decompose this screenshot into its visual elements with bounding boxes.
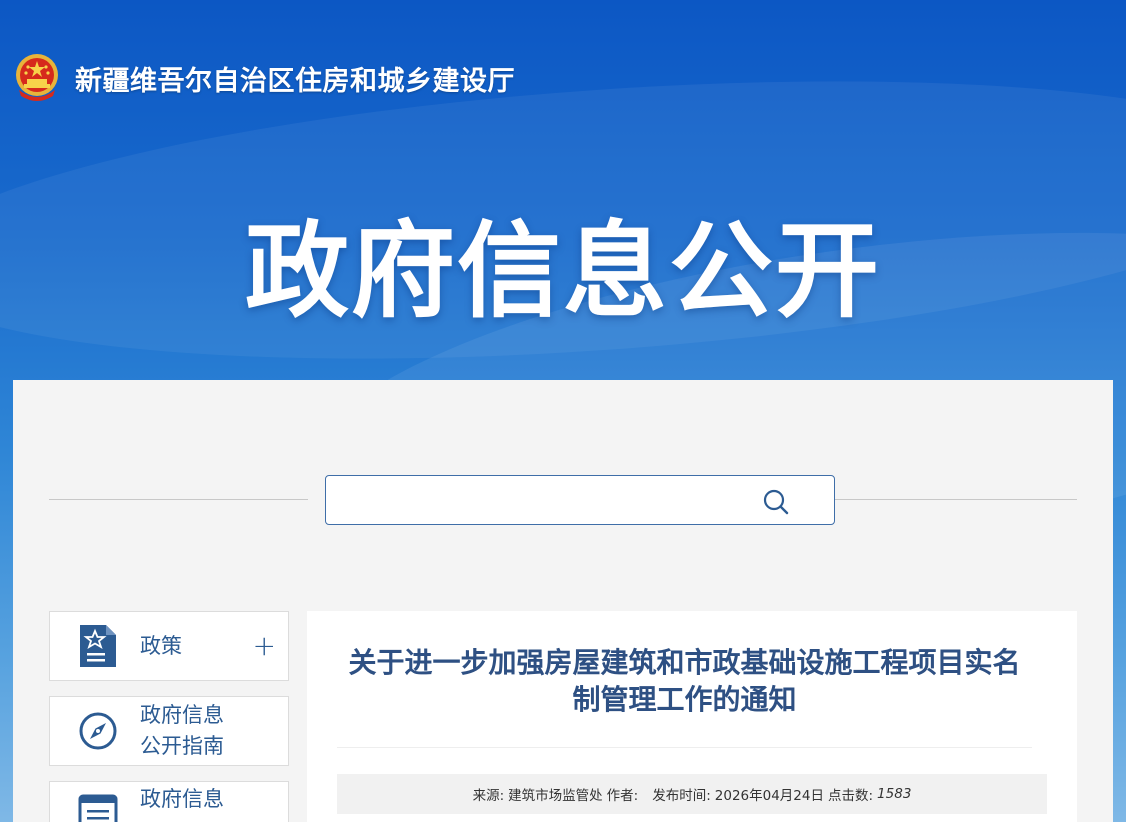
article-title: 关于进一步加强房屋建筑和市政基础设施工程项目实名制管理工作的通知 xyxy=(348,646,1021,716)
article-meta: 来源: 建筑市场监管处 作者: 发布时间: 2026年04月24日 点击数: 1… xyxy=(337,774,1047,814)
sidebar-item-info[interactable]: 政府信息 xyxy=(49,781,289,822)
banner-title: 政府信息公开 xyxy=(244,210,881,332)
sidebar-item-label: 政策 xyxy=(140,633,182,658)
sidebar-item-label: 政府信息 xyxy=(140,787,224,811)
sidebar-item-disclosure-guide[interactable]: 政府信息 公开指南 xyxy=(49,696,289,766)
meta-author-label: 作者: xyxy=(606,788,639,804)
compass-icon xyxy=(78,708,118,754)
site-name[interactable]: 新疆维吾尔自治区住房和城乡建设厅 xyxy=(75,59,515,98)
search-box xyxy=(325,475,835,525)
meta-publish-label: 发布时间: xyxy=(652,788,711,804)
list-document-icon xyxy=(78,792,118,822)
search-icon[interactable] xyxy=(762,488,790,516)
national-emblem-icon xyxy=(13,52,61,104)
article-divider xyxy=(337,747,1032,748)
site-header: 新疆维吾尔自治区住房和城乡建设厅 xyxy=(13,50,515,106)
meta-clicks: 1583 xyxy=(877,786,912,802)
policy-document-icon xyxy=(78,623,118,669)
sidebar-item-policy[interactable]: 政策 + xyxy=(49,611,289,681)
search-input[interactable] xyxy=(326,476,746,524)
expand-plus-icon[interactable]: + xyxy=(253,632,276,660)
meta-source-label: 来源: xyxy=(472,788,505,804)
search-divider-left xyxy=(49,499,308,500)
meta-publish-date: 2026年04月24日 xyxy=(714,788,824,804)
sidebar-item-label: 政府信息 公开指南 xyxy=(140,703,224,758)
meta-clicks-label: 点击数: xyxy=(827,788,874,804)
meta-source: 建筑市场监管处 xyxy=(508,788,603,804)
content-panel: 政策 + 政府信息 公开指南 政府信息 关于进一步加强房屋建筑和市政基础设施工程… xyxy=(13,380,1113,822)
search-divider-right xyxy=(835,499,1077,500)
article-panel: 关于进一步加强房屋建筑和市政基础设施工程项目实名制管理工作的通知 来源: 建筑市… xyxy=(307,611,1077,822)
